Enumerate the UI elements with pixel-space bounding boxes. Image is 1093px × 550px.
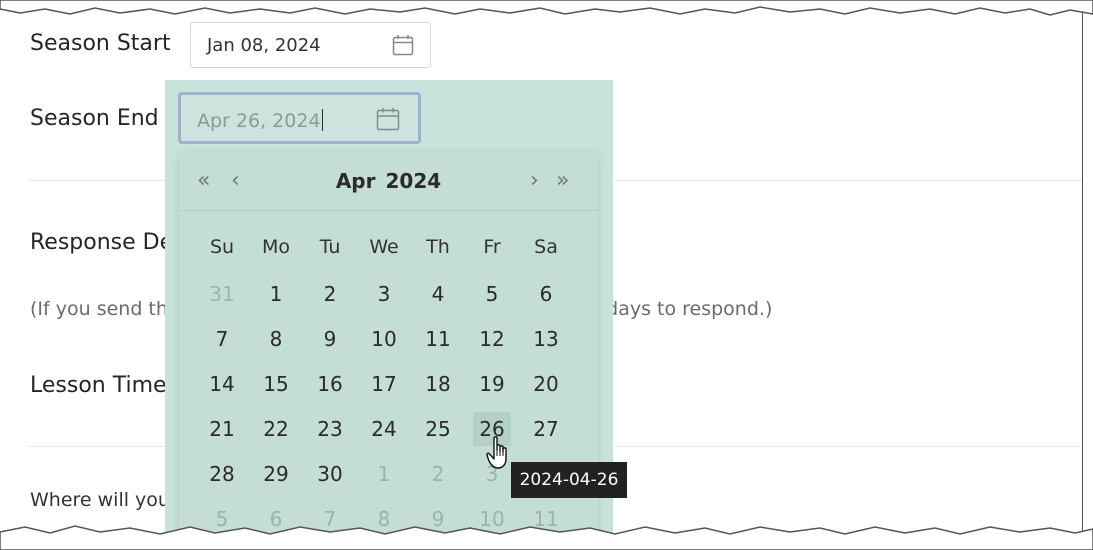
response-deadline-label: Response Dea — [30, 230, 187, 255]
torn-top-edge — [0, 0, 1093, 22]
day-cell[interactable]: 4 — [419, 277, 457, 311]
text-caret — [321, 109, 323, 131]
season-end-label: Season End — [30, 106, 159, 131]
day-cell[interactable]: 9 — [311, 322, 349, 356]
torn-bottom-edge — [0, 522, 1093, 550]
weekday-label: Fr — [483, 236, 501, 258]
calendar-icon[interactable] — [376, 107, 400, 131]
torn-right-edge — [1082, 0, 1093, 550]
day-cell[interactable]: 25 — [419, 412, 457, 446]
day-cell[interactable]: 17 — [365, 367, 403, 401]
day-cell[interactable]: 1 — [257, 277, 295, 311]
day-cell[interactable]: 13 — [527, 322, 565, 356]
month-button[interactable]: Apr — [336, 169, 376, 193]
day-cell[interactable]: 19 — [473, 367, 511, 401]
day-cell[interactable]: 6 — [527, 277, 565, 311]
day-cell[interactable]: 1 — [365, 457, 403, 491]
day-cell[interactable]: 28 — [203, 457, 241, 491]
weekday-label: Su — [209, 236, 235, 258]
season-end-field[interactable]: Apr 26, 2024 — [178, 92, 421, 144]
season-end-input[interactable]: Apr 26, 2024 — [197, 109, 323, 132]
weekday-label: Tu — [319, 236, 341, 258]
day-cell[interactable]: 3 — [365, 277, 403, 311]
day-cell[interactable]: 15 — [257, 367, 295, 401]
year-button[interactable]: 2024 — [386, 169, 442, 193]
season-start-value: Jan 08, 2024 — [207, 35, 321, 56]
day-cell[interactable]: 7 — [203, 322, 241, 356]
calendar-icon[interactable] — [392, 34, 414, 56]
day-cell[interactable]: 8 — [257, 322, 295, 356]
day-cell[interactable]: 16 — [311, 367, 349, 401]
season-end-value: Apr 26, 2024 — [197, 110, 321, 132]
day-cell[interactable]: 31 — [203, 277, 241, 311]
page: Season Start Jan 08, 2024 Season End Res… — [0, 0, 1093, 550]
day-cell[interactable]: 29 — [257, 457, 295, 491]
weekday-label: We — [369, 236, 399, 258]
response-hint-right: 3 days to respond.) — [588, 298, 773, 320]
day-cell[interactable]: 22 — [257, 412, 295, 446]
day-cell[interactable]: 14 — [203, 367, 241, 401]
day-cell[interactable]: 27 — [527, 412, 565, 446]
weekday-label: Mo — [261, 236, 291, 258]
hand-pointer-icon — [486, 436, 512, 470]
season-start-field[interactable]: Jan 08, 2024 — [190, 22, 431, 68]
next-month-button[interactable]: › — [530, 168, 539, 193]
weekday-label: Th — [426, 236, 450, 258]
day-cell[interactable]: 18 — [419, 367, 457, 401]
day-cell[interactable]: 2 — [311, 277, 349, 311]
day-cell[interactable]: 12 — [473, 322, 511, 356]
day-cell[interactable]: 30 — [311, 457, 349, 491]
season-start-label: Season Start — [30, 31, 171, 56]
day-cell[interactable]: 24 — [365, 412, 403, 446]
weekday-label: Sa — [534, 236, 558, 258]
day-cell[interactable]: 10 — [365, 322, 403, 356]
day-cell[interactable]: 23 — [311, 412, 349, 446]
response-hint-left: (If you send the — [30, 298, 180, 320]
day-cell[interactable]: 21 — [203, 412, 241, 446]
day-cell[interactable]: 20 — [527, 367, 565, 401]
day-cell[interactable]: 11 — [419, 322, 457, 356]
datepicker-header: « ‹ Apr 2024 › » — [179, 152, 598, 211]
date-tooltip: 2024-04-26 — [511, 462, 627, 498]
day-cell[interactable]: 2 — [419, 457, 457, 491]
day-cell[interactable]: 5 — [473, 277, 511, 311]
next-year-button[interactable]: » — [556, 168, 569, 193]
lesson-times-label: Lesson Times — [30, 373, 179, 398]
